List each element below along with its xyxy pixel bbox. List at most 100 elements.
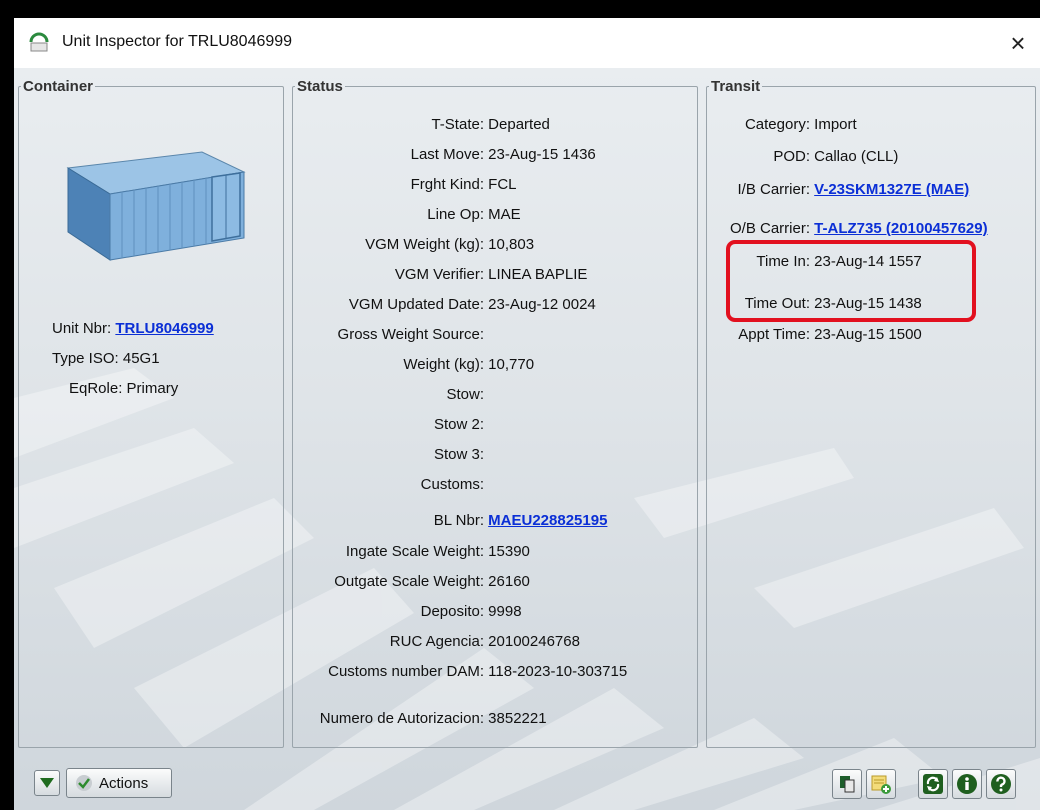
ingate-scale-row: Ingate Scale Weight: 15390 <box>316 543 530 560</box>
vgm-updated-row: VGM Updated Date: 23-Aug-12 0024 <box>316 296 596 313</box>
stow-2-row: Stow 2: <box>316 416 484 433</box>
vgm-verifier-label: VGM Verifier: <box>394 266 484 283</box>
container-image <box>66 151 246 261</box>
last-move-row: Last Move: 23-Aug-15 1436 <box>316 146 596 163</box>
ib-carrier-link[interactable]: V-23SKM1327E (MAE) <box>814 181 969 198</box>
expand-button[interactable] <box>34 770 60 796</box>
outgate-scale-label: Outgate Scale Weight: <box>334 573 484 590</box>
customs-dam-value: 118-2023-10-303715 <box>488 663 628 680</box>
close-button[interactable]: × <box>996 24 1040 62</box>
window-title: Unit Inspector for TRLU8046999 <box>62 33 293 50</box>
stow-2-label: Stow 2: <box>433 416 484 433</box>
vgm-weight-row: VGM Weight (kg): 10,803 <box>316 236 534 253</box>
customs-dam-label: Customs number DAM: <box>328 663 484 680</box>
unit-nbr-link[interactable]: TRLU8046999 <box>115 320 213 337</box>
eqrole-value: Primary <box>126 380 179 397</box>
category-label: Category: <box>744 116 810 133</box>
copy-icon <box>840 776 855 793</box>
eqrole-label: EqRole: <box>69 380 123 397</box>
container-legend: Container <box>23 78 94 95</box>
app-icon <box>29 32 49 52</box>
unit-nbr-label: Unit Nbr: <box>52 320 112 337</box>
appt-time-label: Appt Time: <box>738 326 810 343</box>
unit-nbr-row: Unit Nbr: TRLU8046999 <box>52 320 214 337</box>
last-move-label: Last Move: <box>410 146 484 163</box>
transit-legend: Transit <box>711 78 761 95</box>
line-op-value: MAE <box>488 206 521 223</box>
numero-autorizacion-value: 3852221 <box>488 710 547 727</box>
weight-row: Weight (kg): 10,770 <box>316 356 534 373</box>
gross-weight-source-label: Gross Weight Source: <box>337 326 484 343</box>
ib-carrier-label: I/B Carrier: <box>737 181 810 198</box>
outgate-scale-value: 26160 <box>488 573 530 590</box>
type-iso-row: Type ISO: 45G1 <box>52 350 160 367</box>
check-icon <box>76 775 92 791</box>
customs-dam-row: Customs number DAM: 118-2023-10-303715 <box>316 663 627 680</box>
numero-autorizacion-row: Numero de Autorizacion: 3852221 <box>316 710 547 727</box>
help-button[interactable] <box>986 769 1016 799</box>
category-value: Import <box>814 116 857 133</box>
copy-button[interactable] <box>832 769 862 799</box>
vgm-updated-value: 23-Aug-12 0024 <box>488 296 596 313</box>
actions-button[interactable]: Actions <box>66 768 172 798</box>
deposito-row: Deposito: 9998 <box>316 603 522 620</box>
frght-kind-label: Frght Kind: <box>410 176 484 193</box>
refresh-icon <box>923 774 943 794</box>
pod-row: POD: Callao (CLL) <box>714 148 898 165</box>
vgm-weight-label: VGM Weight (kg): <box>365 236 484 253</box>
last-move-value: 23-Aug-15 1436 <box>488 146 596 163</box>
type-iso-label: Type ISO: <box>52 350 119 367</box>
vgm-verifier-value: LINEA BAPLIE <box>488 266 588 283</box>
line-op-row: Line Op: MAE <box>316 206 521 223</box>
t-state-value: Departed <box>488 116 550 133</box>
inspector-body: Container Unit Nbr: TRLU8046999 Type ISO… <box>14 68 1040 810</box>
stow-label: Stow: <box>446 386 484 403</box>
t-state-row: T-State: Departed <box>316 116 550 133</box>
stow-3-row: Stow 3: <box>316 446 484 463</box>
stow-3-label: Stow 3: <box>433 446 484 463</box>
ob-carrier-label: O/B Carrier: <box>729 220 810 237</box>
help-icon <box>991 774 1011 794</box>
deposito-value: 9998 <box>488 603 522 620</box>
vgm-verifier-row: VGM Verifier: LINEA BAPLIE <box>316 266 588 283</box>
actions-label: Actions <box>99 774 149 792</box>
category-row: Category: Import <box>714 116 857 133</box>
time-highlight-box <box>726 240 976 322</box>
add-note-button[interactable] <box>866 769 896 799</box>
t-state-label: T-State: <box>431 116 484 133</box>
bl-nbr-label: BL Nbr: <box>433 512 484 529</box>
ruc-agencia-label: RUC Agencia: <box>389 633 484 650</box>
ingate-scale-value: 15390 <box>488 543 530 560</box>
expand-down-icon <box>40 778 54 788</box>
bl-nbr-link[interactable]: MAEU228825195 <box>488 512 607 529</box>
weight-label: Weight (kg): <box>403 356 484 373</box>
ruc-agencia-value: 20100246768 <box>488 633 580 650</box>
unit-inspector-window: Unit Inspector for TRLU8046999 × Contain… <box>14 18 1040 810</box>
title-bar: Unit Inspector for TRLU8046999 × <box>14 18 1040 68</box>
ob-carrier-row: O/B Carrier: T-ALZ735 (20100457629) <box>714 220 988 237</box>
ruc-agencia-row: RUC Agencia: 20100246768 <box>316 633 580 650</box>
pod-value: Callao (CLL) <box>814 148 899 165</box>
info-icon <box>957 774 977 794</box>
bl-nbr-row: BL Nbr: MAEU228825195 <box>316 512 608 529</box>
frght-kind-row: Frght Kind: FCL <box>316 176 517 193</box>
ingate-scale-label: Ingate Scale Weight: <box>345 543 484 560</box>
numero-autorizacion-label: Numero de Autorizacion: <box>319 710 484 727</box>
gross-weight-source-row: Gross Weight Source: <box>316 326 484 343</box>
refresh-button[interactable] <box>918 769 948 799</box>
customs-row: Customs: <box>316 476 484 493</box>
status-legend: Status <box>297 78 343 95</box>
vgm-updated-label: VGM Updated Date: <box>348 296 484 313</box>
stow-row: Stow: <box>316 386 484 403</box>
appt-time-row: Appt Time: 23-Aug-15 1500 <box>714 326 921 343</box>
line-op-label: Line Op: <box>427 206 484 223</box>
pod-label: POD: <box>773 148 810 165</box>
eqrole-row: EqRole: Primary <box>69 380 178 397</box>
customs-label: Customs: <box>420 476 484 493</box>
ob-carrier-link[interactable]: T-ALZ735 (20100457629) <box>814 220 987 237</box>
transit-panel: Transit <box>706 78 1036 748</box>
add-note-icon <box>871 775 891 794</box>
info-button[interactable] <box>952 769 982 799</box>
vgm-weight-value: 10,803 <box>488 236 535 253</box>
outgate-scale-row: Outgate Scale Weight: 26160 <box>316 573 530 590</box>
